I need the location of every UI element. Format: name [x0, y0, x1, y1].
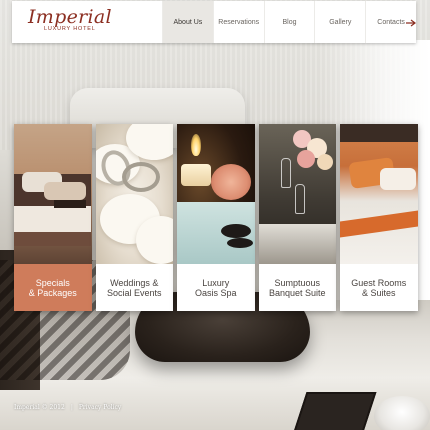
nav-item-about-us[interactable]: About Us	[162, 1, 213, 43]
panel-label: Luxury Oasis Spa	[177, 264, 255, 311]
logo-title: Imperial	[28, 6, 112, 28]
panel-label-line2: Social Events	[106, 287, 162, 298]
nav-item-gallery[interactable]: Gallery	[314, 1, 365, 43]
panel-label-line2: & Suites	[361, 287, 396, 298]
wedding-rings-photo	[95, 124, 173, 264]
nav-item-reservations[interactable]: Reservations	[212, 1, 264, 43]
cup	[374, 396, 430, 430]
guest-room-photo	[340, 124, 418, 264]
service-panels: Specials & Packages Weddings & Social Ev…	[14, 124, 418, 311]
bedroom-photo	[14, 124, 92, 264]
footer-separator: |	[70, 404, 73, 411]
service-panel-weddings[interactable]: Weddings & Social Events	[95, 124, 173, 311]
logo[interactable]: Imperial LUXURY HOTEL	[12, 1, 162, 43]
panel-label-line1: Sumptuous	[274, 277, 320, 288]
panel-label-line1: Specials	[35, 277, 70, 288]
copyright-text: Imperial © 2012	[14, 404, 65, 411]
panel-label: Sumptuous Banquet Suite	[258, 264, 336, 311]
service-panel-banquet[interactable]: Sumptuous Banquet Suite	[258, 124, 336, 311]
panel-label-line2: Oasis Spa	[194, 287, 237, 298]
panel-label-line1: Guest Rooms	[351, 277, 407, 288]
panel-label-line1: Luxury	[202, 277, 230, 288]
site-footer: Imperial © 2012 | Privacy Policy	[14, 404, 121, 411]
banquet-photo	[258, 124, 336, 264]
panel-label-line1: Weddings &	[110, 277, 159, 288]
panel-label: Guest Rooms & Suites	[340, 264, 418, 311]
service-panel-specials[interactable]: Specials & Packages	[14, 124, 92, 311]
nav-item-blog[interactable]: Blog	[263, 1, 315, 43]
service-panel-guest-rooms[interactable]: Guest Rooms & Suites	[340, 124, 418, 311]
panel-label: Weddings & Social Events	[95, 264, 173, 311]
panel-label: Specials & Packages	[14, 264, 92, 311]
site-header: Imperial LUXURY HOTEL About Us Reservati…	[12, 1, 416, 43]
service-panel-spa[interactable]: Luxury Oasis Spa	[177, 124, 255, 311]
privacy-policy-link[interactable]: Privacy Policy	[79, 404, 121, 411]
main-nav: About Us Reservations Blog Gallery Conta…	[162, 1, 416, 43]
serving-tray	[293, 392, 377, 430]
panel-label-line2: & Packages	[28, 287, 77, 298]
panel-label-line2: Banquet Suite	[268, 287, 326, 298]
spa-candle-photo	[177, 124, 255, 264]
arrow-right-icon	[406, 19, 416, 27]
